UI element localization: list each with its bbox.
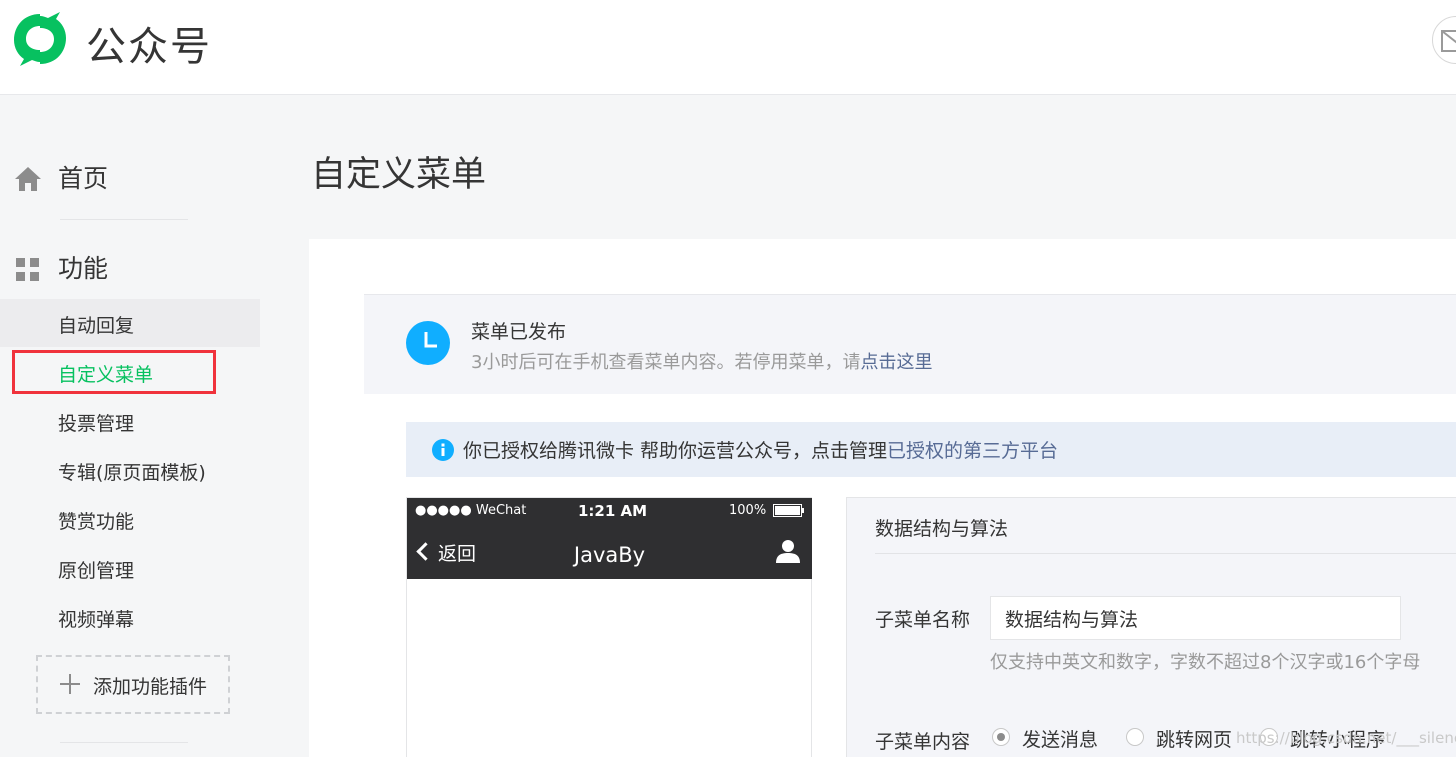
submenu-content-label: 子菜单内容: [875, 731, 971, 753]
auth-text-content: 你已授权给腾讯微卡 帮助你运营公众号，点击管理: [463, 440, 888, 462]
sidebar-features-label: 功能: [58, 254, 109, 283]
phone-nav-bar: ●●●●● WeChat 1:21 AM 100% 返回 JavaBy: [407, 498, 812, 579]
status-battery: 100%: [729, 503, 767, 518]
sidebar-home[interactable]: 首页: [0, 157, 280, 197]
notice-desc-text: 3小时后可在手机查看菜单内容。若停用菜单，请: [471, 352, 861, 373]
mail-icon: [1441, 30, 1456, 52]
top-header: 公众号: [0, 0, 1456, 95]
menu-editor: 数据结构与算法 子菜单名称 仅支持中英文和数字，字数不超过8个汉字或16个字母 …: [846, 497, 1456, 757]
plus-icon: [60, 674, 80, 694]
radio-jump-webpage[interactable]: 跳转网页: [1126, 725, 1246, 751]
sidebar-item-label: 投票管理: [58, 413, 135, 435]
notice-title: 菜单已发布: [471, 321, 567, 343]
disable-menu-link[interactable]: 点击这里: [860, 352, 932, 373]
sidebar-item-reward[interactable]: 赞赏功能: [0, 495, 260, 543]
radio-label: 发送消息: [1022, 729, 1099, 751]
user-icon[interactable]: [775, 538, 801, 564]
add-plugin-label: 添加功能插件: [93, 676, 208, 698]
clock-icon: [406, 321, 450, 365]
sidebar-item-label: 专辑(原页面模板): [58, 462, 206, 484]
status-carrier: ●●●●● WeChat: [415, 503, 527, 518]
sidebar-item-label: 视频弹幕: [58, 609, 135, 631]
third-party-link[interactable]: 已授权的第三方平台: [887, 440, 1058, 462]
phone-title: JavaBy: [573, 543, 646, 567]
sidebar: 首页 功能 自动回复 自定义菜单 投票管理 专辑(原页面模板) 赞赏功能 原创管…: [0, 94, 280, 757]
submenu-name-label: 子菜单名称: [875, 609, 971, 631]
editor-title: 数据结构与算法: [875, 518, 1009, 540]
main-panel: 菜单已发布 3小时后可在手机查看菜单内容。若停用菜单，请点击这里 你已授权给腾讯…: [309, 239, 1456, 757]
home-icon: [15, 167, 41, 191]
radio-label: 跳转网页: [1156, 729, 1233, 751]
sidebar-item-label: 自动回复: [58, 315, 135, 337]
add-plugin-button[interactable]: 添加功能插件: [36, 655, 230, 714]
wechat-logo-icon[interactable]: [10, 10, 70, 68]
sidebar-item-album[interactable]: 专辑(原页面模板): [0, 446, 260, 494]
submenu-name-input[interactable]: [990, 596, 1401, 640]
info-icon: [432, 439, 454, 461]
submenu-name-hint: 仅支持中英文和数字，字数不超过8个汉字或16个字母: [990, 652, 1421, 673]
editor-divider: [875, 553, 1456, 554]
battery-icon: [773, 504, 804, 517]
publish-notice: 菜单已发布 3小时后可在手机查看菜单内容。若停用菜单，请点击这里: [364, 294, 1456, 394]
status-time: 1:21 AM: [578, 502, 648, 520]
sidebar-features: 功能: [0, 247, 280, 287]
auth-info-bar: 你已授权给腾讯微卡 帮助你运营公众号，点击管理已授权的第三方平台: [406, 422, 1456, 477]
grid-icon: [16, 258, 39, 281]
phone-preview: ●●●●● WeChat 1:21 AM 100% 返回 JavaBy: [406, 497, 812, 757]
sidebar-item-label: 赞赏功能: [58, 511, 135, 533]
message-button[interactable]: [1432, 16, 1456, 64]
sidebar-divider: [60, 742, 188, 743]
highlight-annotation: [12, 350, 216, 394]
sidebar-item-danmaku[interactable]: 视频弹幕: [0, 593, 260, 641]
sidebar-item-auto-reply[interactable]: 自动回复: [0, 299, 260, 347]
brand-title: 公众号: [86, 24, 212, 70]
notice-desc: 3小时后可在手机查看菜单内容。若停用菜单，请点击这里: [471, 348, 932, 374]
radio-send-message[interactable]: 发送消息: [992, 725, 1112, 751]
radio-dot: [992, 728, 1010, 746]
sidebar-item-label: 原创管理: [58, 560, 135, 582]
auth-text: 你已授权给腾讯微卡 帮助你运营公众号，点击管理已授权的第三方平台: [463, 436, 1058, 463]
sidebar-home-label: 首页: [58, 164, 109, 193]
sidebar-divider: [60, 219, 188, 220]
radio-dot: [1126, 728, 1144, 746]
page-title: 自定义菜单: [311, 155, 487, 195]
sidebar-item-vote[interactable]: 投票管理: [0, 397, 260, 445]
watermark: https://blog.csdn.net/___silence: [1236, 729, 1456, 747]
sidebar-item-original[interactable]: 原创管理: [0, 544, 260, 592]
